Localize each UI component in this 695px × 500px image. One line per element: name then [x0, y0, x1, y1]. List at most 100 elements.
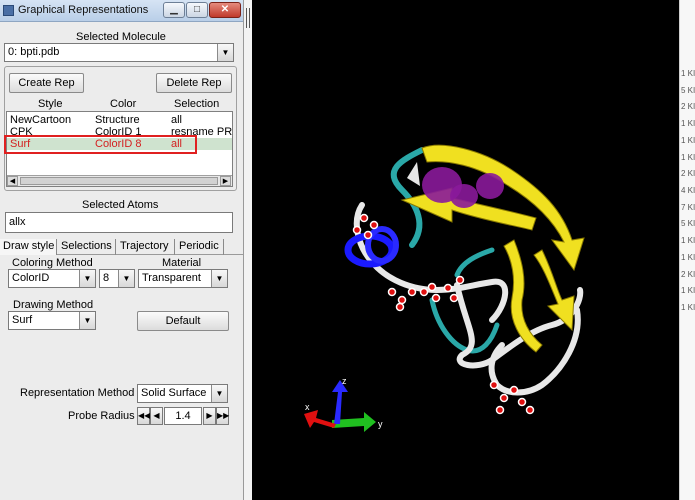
- cpk-atom: [499, 393, 509, 403]
- cpk-atom: [395, 302, 405, 312]
- chevron-down-icon[interactable]: ▼: [211, 385, 227, 402]
- selection-highlight-box: [4, 135, 197, 154]
- column-header-selection[interactable]: Selection: [174, 98, 219, 110]
- column-header-style[interactable]: Style: [38, 98, 62, 110]
- minimize-button[interactable]: ▁: [163, 2, 185, 18]
- background-window-line: 1 KI: [681, 286, 695, 295]
- window-title: Graphical Representations: [18, 4, 149, 16]
- increment-icon[interactable]: ▶: [203, 407, 216, 425]
- background-window-line: 2 KI: [681, 102, 695, 111]
- coloring-method-value: ColorID: [12, 272, 50, 284]
- tab-periodic[interactable]: Periodic: [176, 239, 224, 255]
- scroll-right-icon[interactable]: ▶: [220, 176, 231, 186]
- representation-method-value: Solid Surface: [141, 387, 207, 399]
- column-header-color[interactable]: Color: [110, 98, 136, 110]
- cpk-atom: [489, 380, 499, 390]
- cpk-atom: [449, 293, 459, 303]
- cpk-atom: [407, 287, 417, 297]
- coloring-method-label: Coloring Method: [12, 257, 93, 269]
- cpk-atom: [517, 397, 527, 407]
- axis-label-z: z: [342, 376, 347, 386]
- background-window-line: 1 KI: [681, 236, 695, 245]
- cpk-atom: [525, 405, 535, 415]
- molecule-select[interactable]: 0: bpti.pdb ▼: [4, 43, 234, 62]
- cpk-atom: [443, 283, 453, 293]
- selected-atoms-value: allx: [9, 216, 26, 228]
- background-window-line: 2 KI: [681, 169, 695, 178]
- background-window-line: 7 KI: [681, 203, 695, 212]
- cpk-atom: [431, 293, 441, 303]
- selected-molecule-label: Selected Molecule: [76, 31, 166, 43]
- drawing-method-select[interactable]: Surf ▼: [8, 311, 96, 330]
- rep-selection: all: [171, 114, 183, 126]
- background-window-line: 5 KI: [681, 219, 695, 228]
- representation-method-select[interactable]: Solid Surface ▼: [137, 384, 228, 403]
- background-window-line: 1 KI: [681, 119, 695, 128]
- title-bar[interactable]: Graphical Representations ▁ □ ✕: [0, 0, 243, 22]
- rep-row[interactable]: NewCartoon Structure all: [7, 114, 232, 126]
- representation-method-label: Representation Method: [20, 387, 135, 399]
- app-icon: [3, 5, 14, 16]
- color-id-select[interactable]: 8 ▼: [99, 269, 135, 288]
- grip-icon: [246, 8, 250, 28]
- selected-atoms-label: Selected Atoms: [82, 199, 159, 211]
- create-rep-button[interactable]: Create Rep: [9, 73, 84, 93]
- cpk-atom: [455, 275, 465, 285]
- chevron-down-icon[interactable]: ▼: [79, 270, 95, 287]
- cpk-atom: [352, 225, 362, 235]
- cpk-atom: [363, 230, 373, 240]
- chevron-down-icon[interactable]: ▼: [79, 312, 95, 329]
- delete-rep-button[interactable]: Delete Rep: [156, 73, 232, 93]
- chevron-down-icon[interactable]: ▼: [217, 44, 233, 61]
- drawing-method-value: Surf: [12, 314, 33, 326]
- surface-wedge: [407, 162, 420, 186]
- rep-color: Structure: [95, 114, 140, 126]
- surface-blob: [450, 184, 478, 208]
- tab-draw-style[interactable]: Draw style: [0, 239, 57, 255]
- close-button[interactable]: ✕: [209, 2, 241, 18]
- coloring-method-select[interactable]: ColorID ▼: [8, 269, 96, 288]
- rep-list-scrollbar[interactable]: ◀ ▶: [7, 175, 232, 186]
- axis-label-x: x: [305, 402, 310, 412]
- graphical-representations-window: Graphical Representations ▁ □ ✕ Selected…: [0, 0, 244, 500]
- tab-bar: Draw style Selections Trajectory Periodi…: [0, 239, 243, 255]
- cpk-atom: [397, 295, 407, 305]
- maximize-button[interactable]: □: [186, 2, 208, 18]
- surface-blob: [476, 173, 504, 199]
- cpk-atom: [387, 287, 397, 297]
- color-id-value: 8: [103, 272, 110, 284]
- probe-radius-field[interactable]: 1.4: [164, 407, 202, 425]
- selected-atoms-input[interactable]: allx: [5, 212, 233, 233]
- molecule-render: [304, 144, 585, 432]
- default-button[interactable]: Default: [137, 311, 229, 331]
- cpk-atom: [495, 405, 505, 415]
- tab-selections[interactable]: Selections: [58, 239, 116, 255]
- window-resize-strip[interactable]: [244, 0, 252, 500]
- increment-large-icon[interactable]: ▶▶: [216, 407, 229, 425]
- cpk-atom: [427, 282, 437, 292]
- chevron-down-icon[interactable]: ▼: [118, 270, 134, 287]
- scroll-left-icon[interactable]: ◀: [7, 176, 18, 186]
- z-axis-arrow: [332, 380, 348, 424]
- molecule-viewport[interactable]: z y x: [252, 0, 679, 500]
- background-window-line: 2 KI: [681, 270, 695, 279]
- cpk-atom: [369, 220, 379, 230]
- cpk-atom: [419, 287, 429, 297]
- decrement-large-icon[interactable]: ◀◀: [137, 407, 150, 425]
- background-window-line: 1 KI: [681, 303, 695, 312]
- background-window-line: 1 KI: [681, 253, 695, 262]
- background-window-line: 1 KI: [681, 136, 695, 145]
- scrollbar-thumb[interactable]: [20, 177, 218, 185]
- probe-radius-label: Probe Radius: [68, 410, 135, 422]
- drawing-method-label: Drawing Method: [13, 299, 94, 311]
- chevron-down-icon[interactable]: ▼: [211, 270, 227, 287]
- x-axis-arrow: [304, 410, 336, 428]
- decrement-icon[interactable]: ◀: [150, 407, 163, 425]
- cpk-atom: [509, 385, 519, 395]
- tab-trajectory[interactable]: Trajectory: [117, 239, 175, 255]
- background-window-line: 4 KI: [681, 186, 695, 195]
- material-value: Transparent: [142, 272, 201, 284]
- rep-style: NewCartoon: [10, 114, 72, 126]
- material-select[interactable]: Transparent ▼: [138, 269, 228, 288]
- background-window: 1 KI 5 KI 2 KI 1 KI 1 KI 1 KI 2 KI 4 KI …: [679, 0, 695, 500]
